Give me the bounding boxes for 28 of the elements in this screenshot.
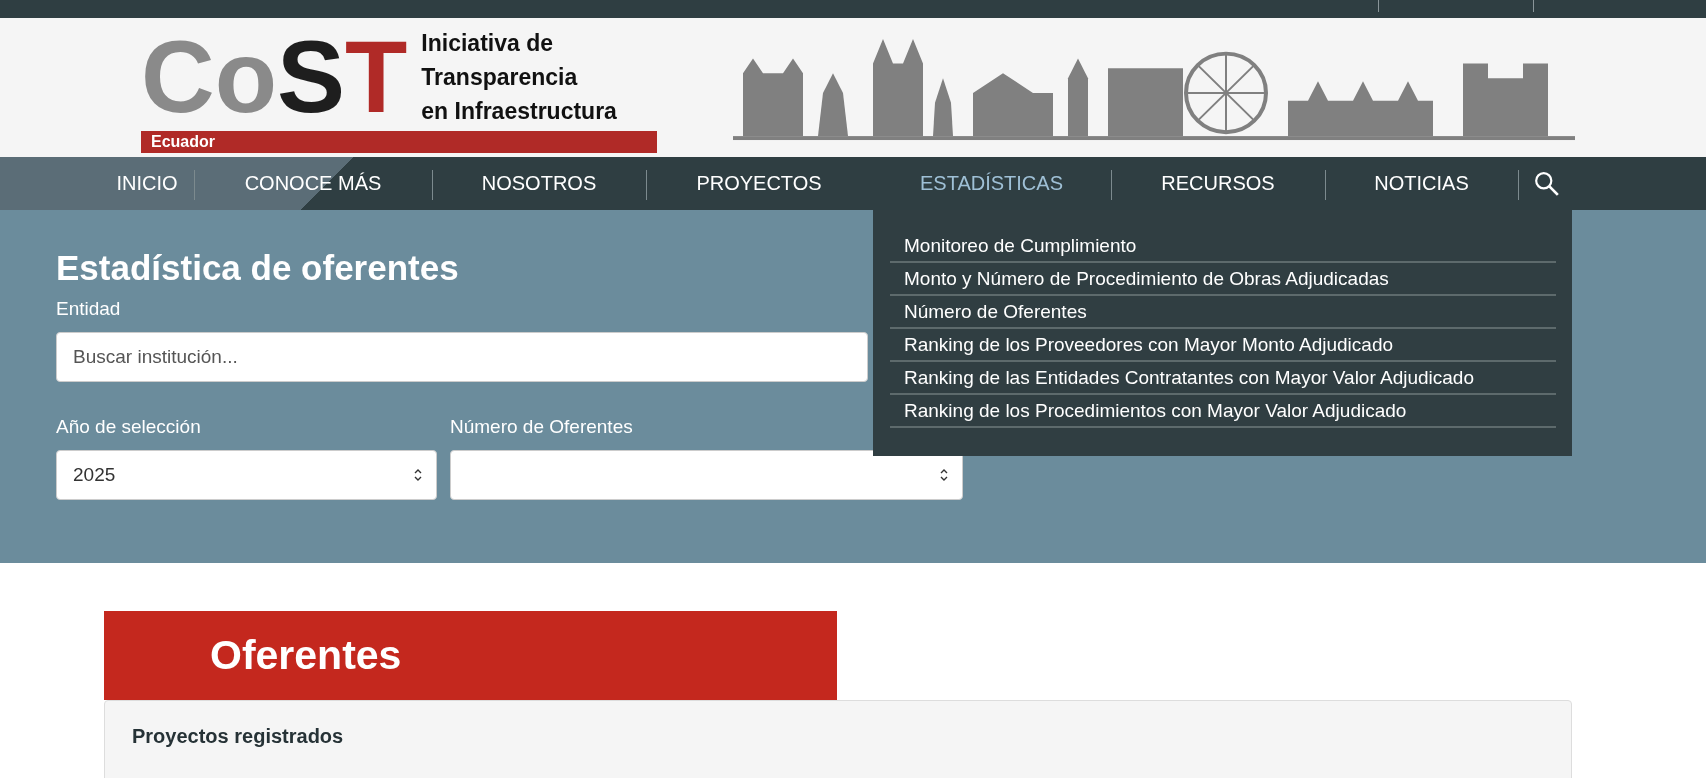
nav-tab[interactable]: RECURSOS bbox=[1161, 172, 1275, 195]
menu-item[interactable]: Monitoreo de Cumplimiento bbox=[890, 230, 1556, 263]
search-icon[interactable] bbox=[1533, 170, 1560, 197]
logo-tagline: Iniciativa de Transparencia en Infraestructura bbox=[421, 28, 617, 126]
number-field[interactable]: 2025 bbox=[56, 450, 437, 500]
page-title: Estadística de oferentes bbox=[56, 247, 459, 289]
section-title: Oferentes bbox=[210, 632, 402, 679]
menu-item[interactable]: Número de Oferentes bbox=[890, 296, 1556, 329]
field-label: Año de selección bbox=[56, 416, 201, 438]
nav-tab[interactable]: INICIO bbox=[116, 172, 178, 195]
card-title: Proyectos registrados bbox=[132, 725, 344, 747]
nav-tab[interactable]: CONOCE MÁS bbox=[244, 172, 382, 195]
nav-tab[interactable]: PROYECTOS bbox=[696, 172, 822, 195]
field-label: Número de Oferentes bbox=[450, 416, 633, 438]
nav-tab[interactable]: NOSOTROS bbox=[481, 172, 597, 195]
menu-item[interactable]: Ranking de los Proveedores con Mayor Monto Adjudicado bbox=[890, 329, 1556, 362]
spinner-icon[interactable] bbox=[413, 467, 423, 483]
menu-item[interactable]: Ranking de las Entidades Contratantes con Mayor Valor Adjudicado bbox=[890, 362, 1556, 395]
menu-item[interactable]: Ranking de los Procedimientos con Mayor Valor Adjudicado bbox=[890, 395, 1556, 428]
search-field[interactable]: Buscar institución... bbox=[56, 332, 868, 382]
nav-tab[interactable]: NOTICIAS bbox=[1374, 172, 1469, 195]
menu-item[interactable]: Monto y Número de Procedimiento de Obras Adjudicadas bbox=[890, 263, 1556, 296]
logo-wordmark: CoST bbox=[141, 24, 408, 129]
number-field[interactable] bbox=[450, 450, 963, 500]
field-label: Entidad bbox=[56, 298, 121, 320]
spinner-icon[interactable] bbox=[939, 467, 949, 483]
country-banner: Ecuador bbox=[141, 130, 657, 153]
nav-tab[interactable]: ESTADÍSTICAS bbox=[920, 172, 1063, 195]
